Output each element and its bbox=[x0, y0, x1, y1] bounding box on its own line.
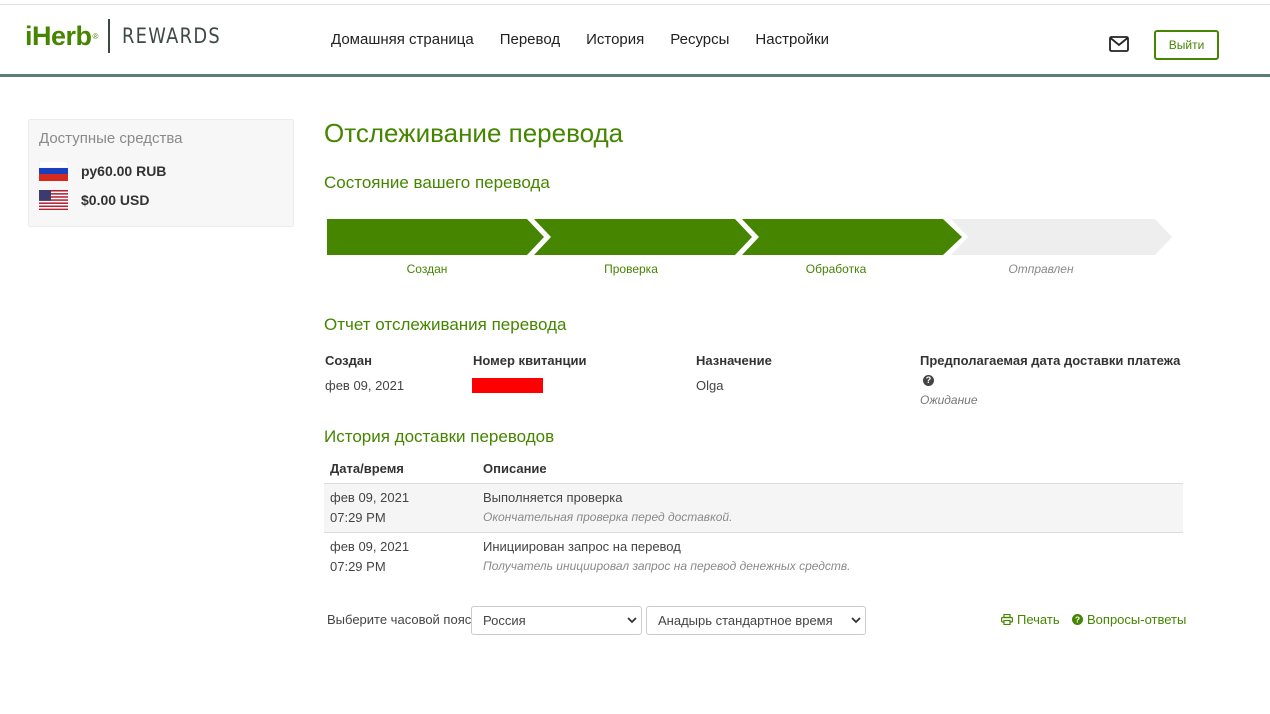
history-detail: Окончательная проверка перед доставкой. bbox=[483, 510, 733, 524]
step-label-created: Создан bbox=[406, 262, 448, 276]
report-receipt-label: Номер квитанции bbox=[473, 353, 587, 368]
timezone-country-select[interactable]: Россия bbox=[471, 606, 642, 635]
history-time: 07:29 PM bbox=[330, 559, 386, 574]
history-title: Выполняется проверка bbox=[483, 490, 623, 505]
history-date: фев 09, 2021 bbox=[330, 539, 410, 554]
balance-row-usd: $0.00 USD bbox=[39, 190, 149, 210]
report-created-label: Создан bbox=[325, 353, 372, 368]
history-time: 07:29 PM bbox=[330, 510, 386, 525]
timezone-zone-value: Анадырь стандартное время bbox=[658, 613, 833, 628]
logo[interactable]: iHerb ® REWARDS bbox=[25, 19, 239, 53]
nav-settings[interactable]: Настройки bbox=[755, 30, 829, 50]
history-detail: Получатель инициировал запрос на перевод… bbox=[483, 559, 851, 573]
receipt-number-redacted bbox=[472, 378, 543, 393]
report-destination-label: Назначение bbox=[696, 353, 772, 368]
header: iHerb ® REWARDS Домашняя страница Перево… bbox=[0, 5, 1270, 75]
report-eta-value: Ожидание bbox=[920, 393, 978, 407]
step-label-processing: Обработка bbox=[805, 262, 867, 276]
chevron-down-icon bbox=[627, 617, 637, 624]
step-check-bar bbox=[534, 219, 752, 255]
history-col-description: Описание bbox=[483, 461, 547, 476]
balance-rub: ру60.00 RUB bbox=[81, 163, 167, 179]
balance-usd: $0.00 USD bbox=[81, 192, 150, 208]
history-col-datetime: Дата/время bbox=[330, 461, 404, 476]
nav-history[interactable]: История bbox=[586, 30, 644, 50]
progress-tracker bbox=[327, 219, 1172, 255]
main-nav: Домашняя страница Перевод История Ресурс… bbox=[331, 30, 855, 50]
faq-link[interactable]: ? Вопросы-ответы bbox=[1072, 612, 1186, 627]
print-icon bbox=[1001, 614, 1013, 625]
print-label: Печать bbox=[1017, 612, 1060, 627]
nav-home[interactable]: Домашняя страница bbox=[331, 30, 474, 50]
step-label-check: Проверка bbox=[604, 262, 658, 276]
faq-label: Вопросы-ответы bbox=[1087, 612, 1187, 627]
mail-icon[interactable] bbox=[1109, 36, 1129, 52]
header-border bbox=[0, 74, 1270, 77]
step-label-sent: Отправлен bbox=[1008, 262, 1074, 276]
report-eta-label: Предполагаемая дата доставки платежа bbox=[920, 353, 1181, 368]
table-row bbox=[324, 484, 1183, 532]
step-created-bar bbox=[327, 219, 544, 255]
russia-flag-icon bbox=[39, 161, 68, 181]
history-date: фев 09, 2021 bbox=[330, 490, 410, 505]
history-title: Инициирован запрос на перевод bbox=[483, 539, 681, 554]
report-heading: Отчет отслеживания перевода bbox=[324, 315, 567, 334]
history-divider bbox=[324, 532, 1183, 533]
print-link[interactable]: Печать bbox=[1001, 612, 1060, 627]
timezone-zone-select[interactable]: Анадырь стандартное время bbox=[646, 606, 866, 635]
balance-row-rub: ру60.00 RUB bbox=[39, 161, 166, 181]
logout-button[interactable]: Выйти bbox=[1154, 30, 1219, 60]
chevron-down-icon bbox=[851, 617, 861, 624]
help-icon[interactable]: ? bbox=[923, 375, 934, 386]
available-funds-panel: Доступные средства ру60.00 RUB $0.00 USD bbox=[28, 119, 294, 227]
step-sent-bar bbox=[951, 219, 1172, 255]
status-heading: Состояние вашего перевода bbox=[324, 173, 550, 192]
logo-iherb-text: iHerb bbox=[25, 21, 92, 51]
timezone-label: Выберите часовой пояс bbox=[327, 612, 472, 627]
logo-rewards-text: REWARDS bbox=[122, 24, 222, 48]
history-heading: История доставки переводов bbox=[324, 427, 555, 446]
usa-flag-icon bbox=[39, 190, 68, 210]
timezone-country-value: Россия bbox=[483, 613, 526, 628]
logo-registered-mark: ® bbox=[92, 31, 99, 41]
page-title: Отслеживание перевода bbox=[324, 118, 624, 148]
nav-resources[interactable]: Ресурсы bbox=[670, 30, 729, 50]
logo-separator bbox=[108, 19, 111, 53]
report-created-value: фев 09, 2021 bbox=[325, 378, 405, 393]
nav-transfer[interactable]: Перевод bbox=[500, 30, 560, 50]
question-circle-icon: ? bbox=[1072, 614, 1083, 625]
available-funds-title: Доступные средства bbox=[39, 130, 183, 147]
svg-text:?: ? bbox=[1075, 615, 1080, 625]
report-destination-value: Olga bbox=[696, 378, 724, 393]
step-processing-bar bbox=[742, 219, 962, 255]
